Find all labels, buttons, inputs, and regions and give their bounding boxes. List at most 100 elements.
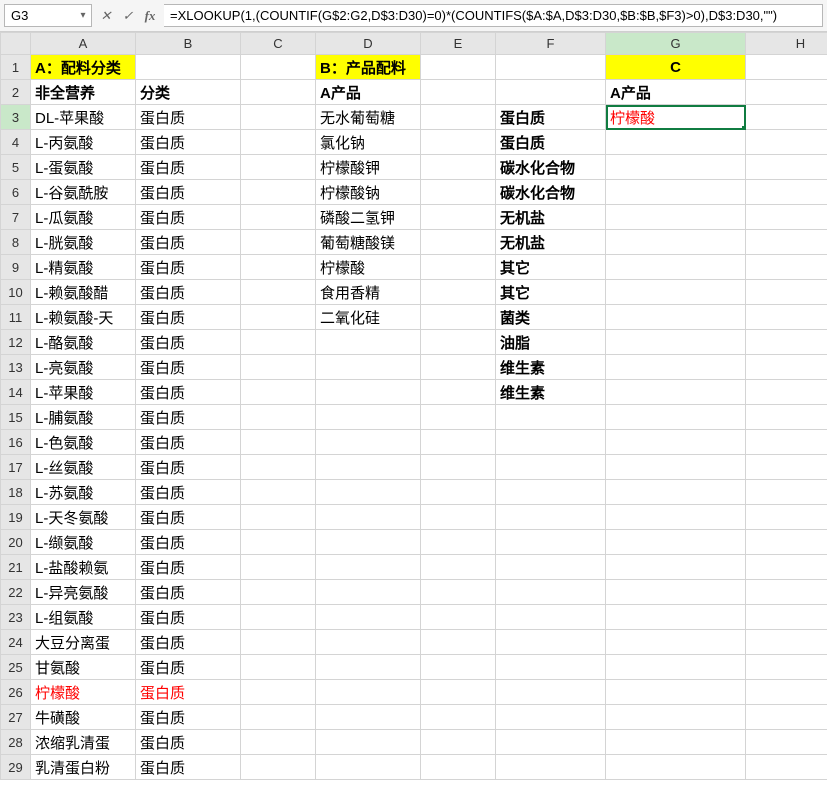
- cell-D3[interactable]: 无水葡萄糖: [316, 105, 421, 130]
- cell-F14[interactable]: 维生素: [496, 380, 606, 405]
- cell-C22[interactable]: [241, 580, 316, 605]
- cell-E1[interactable]: [421, 55, 496, 80]
- cell-C10[interactable]: [241, 280, 316, 305]
- row-header[interactable]: 8: [1, 230, 31, 255]
- cell-F13[interactable]: 维生素: [496, 355, 606, 380]
- cell-G7[interactable]: [606, 205, 746, 230]
- cell-H3[interactable]: [746, 105, 827, 130]
- cell-G9[interactable]: [606, 255, 746, 280]
- row-header[interactable]: 4: [1, 130, 31, 155]
- row-header[interactable]: 23: [1, 605, 31, 630]
- cell-D21[interactable]: [316, 555, 421, 580]
- cell-H24[interactable]: [746, 630, 827, 655]
- cell-G10[interactable]: [606, 280, 746, 305]
- cell-G21[interactable]: [606, 555, 746, 580]
- cell-B9[interactable]: 蛋白质: [136, 255, 241, 280]
- cell-F9[interactable]: 其它: [496, 255, 606, 280]
- cell-H13[interactable]: [746, 355, 827, 380]
- cell-A6[interactable]: L-谷氨酰胺: [31, 180, 136, 205]
- cell-G12[interactable]: [606, 330, 746, 355]
- cell-C9[interactable]: [241, 255, 316, 280]
- cell-C3[interactable]: [241, 105, 316, 130]
- col-header-C[interactable]: C: [241, 33, 316, 55]
- cell-B28[interactable]: 蛋白质: [136, 730, 241, 755]
- cell-F23[interactable]: [496, 605, 606, 630]
- cell-C29[interactable]: [241, 755, 316, 780]
- cell-F1[interactable]: [496, 55, 606, 80]
- cell-B4[interactable]: 蛋白质: [136, 130, 241, 155]
- name-box[interactable]: [5, 6, 75, 25]
- cell-C5[interactable]: [241, 155, 316, 180]
- accept-icon[interactable]: ✓: [118, 8, 138, 24]
- cell-C25[interactable]: [241, 655, 316, 680]
- cell-C8[interactable]: [241, 230, 316, 255]
- cell-F25[interactable]: [496, 655, 606, 680]
- cell-B20[interactable]: 蛋白质: [136, 530, 241, 555]
- cell-A12[interactable]: L-酪氨酸: [31, 330, 136, 355]
- cell-A19[interactable]: L-天冬氨酸: [31, 505, 136, 530]
- cell-D8[interactable]: 葡萄糖酸镁: [316, 230, 421, 255]
- col-header-G[interactable]: G: [606, 33, 746, 55]
- row-header[interactable]: 26: [1, 680, 31, 705]
- cell-H28[interactable]: [746, 730, 827, 755]
- cell-H4[interactable]: [746, 130, 827, 155]
- cell-B26[interactable]: 蛋白质: [136, 680, 241, 705]
- cell-F20[interactable]: [496, 530, 606, 555]
- cell-A18[interactable]: L-苏氨酸: [31, 480, 136, 505]
- cell-E19[interactable]: [421, 505, 496, 530]
- row-header[interactable]: 24: [1, 630, 31, 655]
- cell-D10[interactable]: 食用香精: [316, 280, 421, 305]
- grid[interactable]: A B C D E F G H 1A：配料分类B：产品配料C2非全营养分类A产品…: [0, 32, 827, 795]
- cell-D20[interactable]: [316, 530, 421, 555]
- cell-A10[interactable]: L-赖氨酸醋: [31, 280, 136, 305]
- cell-G17[interactable]: [606, 455, 746, 480]
- row-header[interactable]: 13: [1, 355, 31, 380]
- row-header[interactable]: 20: [1, 530, 31, 555]
- cell-A3[interactable]: DL-苹果酸: [31, 105, 136, 130]
- cell-A21[interactable]: L-盐酸赖氨: [31, 555, 136, 580]
- cell-H8[interactable]: [746, 230, 827, 255]
- cell-H21[interactable]: [746, 555, 827, 580]
- cell-H23[interactable]: [746, 605, 827, 630]
- cell-D18[interactable]: [316, 480, 421, 505]
- col-header-B[interactable]: B: [136, 33, 241, 55]
- row-header[interactable]: 19: [1, 505, 31, 530]
- cell-B22[interactable]: 蛋白质: [136, 580, 241, 605]
- cell-E3[interactable]: [421, 105, 496, 130]
- cell-E29[interactable]: [421, 755, 496, 780]
- cell-B23[interactable]: 蛋白质: [136, 605, 241, 630]
- cell-D14[interactable]: [316, 380, 421, 405]
- cell-E4[interactable]: [421, 130, 496, 155]
- cell-G6[interactable]: [606, 180, 746, 205]
- cell-H20[interactable]: [746, 530, 827, 555]
- cell-H22[interactable]: [746, 580, 827, 605]
- row-header[interactable]: 6: [1, 180, 31, 205]
- col-header-H[interactable]: H: [746, 33, 827, 55]
- cell-C24[interactable]: [241, 630, 316, 655]
- cell-E9[interactable]: [421, 255, 496, 280]
- cell-A14[interactable]: L-苹果酸: [31, 380, 136, 405]
- cell-A25[interactable]: 甘氨酸: [31, 655, 136, 680]
- cell-D19[interactable]: [316, 505, 421, 530]
- cell-F4[interactable]: 蛋白质: [496, 130, 606, 155]
- cell-C28[interactable]: [241, 730, 316, 755]
- cell-F6[interactable]: 碳水化合物: [496, 180, 606, 205]
- row-header[interactable]: 5: [1, 155, 31, 180]
- cell-D4[interactable]: 氯化钠: [316, 130, 421, 155]
- cell-F8[interactable]: 无机盐: [496, 230, 606, 255]
- cell-C12[interactable]: [241, 330, 316, 355]
- cell-H27[interactable]: [746, 705, 827, 730]
- cell-D17[interactable]: [316, 455, 421, 480]
- cell-D9[interactable]: 柠檬酸: [316, 255, 421, 280]
- cell-G27[interactable]: [606, 705, 746, 730]
- cell-C14[interactable]: [241, 380, 316, 405]
- cell-B5[interactable]: 蛋白质: [136, 155, 241, 180]
- cell-A28[interactable]: 浓缩乳清蛋: [31, 730, 136, 755]
- cell-E18[interactable]: [421, 480, 496, 505]
- row-header[interactable]: 17: [1, 455, 31, 480]
- cell-F17[interactable]: [496, 455, 606, 480]
- cell-F10[interactable]: 其它: [496, 280, 606, 305]
- cell-F3[interactable]: 蛋白质: [496, 105, 606, 130]
- cell-B25[interactable]: 蛋白质: [136, 655, 241, 680]
- fx-icon[interactable]: fx: [140, 8, 160, 24]
